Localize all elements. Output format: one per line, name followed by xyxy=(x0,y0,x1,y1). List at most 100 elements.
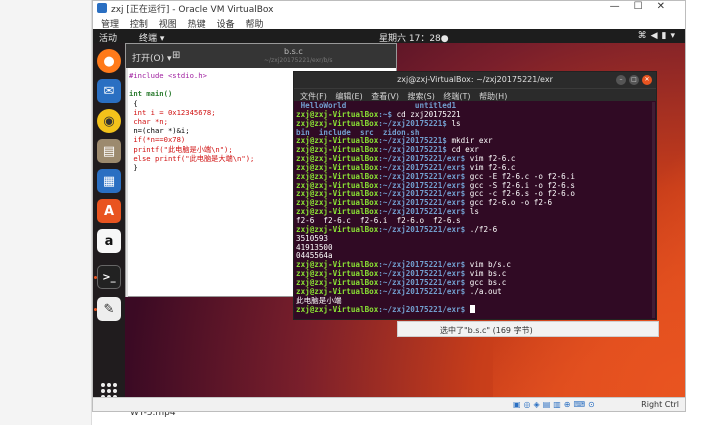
program-output: 此电脑是小端 xyxy=(296,295,342,305)
terminal-menu-search[interactable]: 搜索(S) xyxy=(408,91,435,102)
prompt-user: zxj@zxj-VirtualBox xyxy=(296,198,379,208)
dock: ● ✉ ◉ ▤ ▦ A a >_ ✎ xyxy=(93,43,125,397)
running-indicator xyxy=(94,276,97,279)
terminal-menu-edit[interactable]: 编辑(E) xyxy=(335,91,362,102)
command-text: gcc -c f2-6.s -o f2-6.o xyxy=(465,189,575,199)
command-text: gcc -S f2-6.i -o f2-6.s xyxy=(465,180,575,190)
prompt-path: :~/zxj20175221/exr$ xyxy=(378,286,466,296)
terminal-menu-view[interactable]: 查看(V) xyxy=(371,91,399,102)
system-tray[interactable]: ⌘◀▮▾ xyxy=(638,31,679,41)
code-line: if(*n==0x78) xyxy=(129,135,186,145)
vbox-menubar: 管理 控制 视图 热键 设备 帮助 xyxy=(93,15,685,30)
window-controls[interactable]: —☐✕ xyxy=(610,1,679,12)
text-editor-icon[interactable]: ✎ xyxy=(97,297,121,321)
prompt-user: zxj@zxj-VirtualBox xyxy=(296,171,379,181)
prompt-path: :~/zxj20175221$ xyxy=(378,145,447,155)
terminal-window-controls: – □ ✕ xyxy=(616,75,652,85)
terminal-line: 3510593 xyxy=(296,233,652,244)
prompt-path: :~/zxj20175221/exr$ xyxy=(378,305,466,315)
terminal-line: zxj@zxj-VirtualBox:~/zxj20175221/exr$ xyxy=(296,305,652,315)
prompt-user: zxj@zxj-VirtualBox xyxy=(296,286,379,296)
vbox-statusbar: ▣◎◈▤▥⊕⌨⊙ Right Ctrl xyxy=(93,397,685,411)
close-icon[interactable]: ✕ xyxy=(642,75,652,85)
minimize-icon[interactable]: – xyxy=(616,75,626,85)
vbox-titlebar[interactable]: zxj [正在运行] - Oracle VM VirtualBox —☐✕ xyxy=(93,1,685,15)
terminal-scrollbar[interactable] xyxy=(652,102,655,318)
code-line: n=(char *)&i; xyxy=(129,126,190,136)
command-text: vim b/s.c xyxy=(465,260,511,270)
running-indicator xyxy=(94,308,97,311)
code-line: int main() xyxy=(129,89,173,99)
program-output: 0445564a xyxy=(296,251,333,261)
code-line: char *n; xyxy=(129,117,168,127)
command-text: vim f2-6.c xyxy=(465,162,516,172)
code-line: else printf("此电脑是大端\n"); xyxy=(129,153,255,163)
prompt-user: zxj@zxj-VirtualBox xyxy=(296,277,379,287)
prompt-path: :~/zxj20175221/exr$ xyxy=(378,277,466,287)
program-output: 3510593 xyxy=(296,233,329,243)
prompt-user: zxj@zxj-VirtualBox xyxy=(296,162,379,172)
command-text: ./f2-6 xyxy=(465,224,498,234)
terminal-line: zxj@zxj-VirtualBox:~/zxj20175221/exr$ ./… xyxy=(296,286,652,297)
prompt-user: zxj@zxj-VirtualBox xyxy=(296,145,379,155)
rhythmbox-icon[interactable]: ◉ xyxy=(97,109,121,133)
prompt-user: zxj@zxj-VirtualBox xyxy=(296,136,379,146)
ls-output: f2-6 f2-6.c f2-6.i f2-6.o f2-6.s xyxy=(296,215,461,225)
files-icon[interactable]: ▤ xyxy=(97,139,121,163)
command-text: vim f2-6.c xyxy=(465,154,516,164)
gedit-file-name: b.s.c xyxy=(284,47,303,56)
command-text: cd exr xyxy=(446,145,479,155)
terminal-menu-terminal[interactable]: 终端(T) xyxy=(443,91,470,102)
host-key-label: Right Ctrl xyxy=(641,400,679,409)
prompt-user: zxj@zxj-VirtualBox xyxy=(296,118,379,128)
virtualbox-window: zxj [正在运行] - Oracle VM VirtualBox —☐✕ 管理… xyxy=(92,0,686,412)
prompt-user: zxj@zxj-VirtualBox xyxy=(296,260,379,270)
terminal-titlebar[interactable]: zxj@zxj-VirtualBox: ~/zxj20175221/exr – … xyxy=(294,72,656,88)
firefox-icon[interactable]: ● xyxy=(97,49,121,73)
prompt-path: :~/zxj20175221$ xyxy=(378,118,447,128)
amazon-icon[interactable]: a xyxy=(97,229,121,253)
prompt-user: zxj@zxj-VirtualBox xyxy=(296,180,379,190)
gnome-topbar: 活动 终端 ▾ 星期六 17：28● ⌘◀▮▾ xyxy=(93,29,685,44)
terminal-title: zxj@zxj-VirtualBox: ~/zxj20175221/exr xyxy=(397,75,553,84)
thunderbird-icon[interactable]: ✉ xyxy=(97,79,121,103)
gedit-gutter xyxy=(126,68,128,297)
vbox-window-title: zxj [正在运行] - Oracle VM VirtualBox xyxy=(111,5,274,15)
terminal-line: zxj@zxj-VirtualBox:~/zxj20175221/exr$ ./… xyxy=(296,224,652,235)
code-editor[interactable]: #include <stdio.h> int main() { int i = … xyxy=(129,71,254,172)
terminal-line: 41913500 xyxy=(296,243,652,253)
terminal-icon[interactable]: >_ xyxy=(97,265,121,289)
terminal-menu-file[interactable]: 文件(F) xyxy=(300,91,327,102)
prompt-path: :~/zxj20175221/exr$ xyxy=(378,207,466,217)
directory-entry: bin include src zidon.sh xyxy=(296,127,420,137)
guest-screen[interactable]: 活动 终端 ▾ 星期六 17：28● ⌘◀▮▾ ● ✉ ◉ ▤ ▦ A a >_… xyxy=(93,29,685,397)
terminal-line: 此电脑是小端 xyxy=(296,295,652,306)
terminal-cursor xyxy=(469,305,475,314)
command-text: gcc bs.c xyxy=(465,277,507,287)
virtualbox-icon xyxy=(97,3,107,13)
code-line: } xyxy=(129,163,138,173)
new-tab-icon[interactable]: ⊞ xyxy=(172,50,180,61)
prompt-path: :~/zxj20175221/exr$ xyxy=(378,180,466,190)
command-text: cd zxj20175221 xyxy=(392,109,461,119)
maximize-icon[interactable]: □ xyxy=(629,75,639,85)
code-line: printf("此电脑是小端\n"); xyxy=(129,144,233,154)
prompt-path: :~/zxj20175221/exr$ xyxy=(378,171,466,181)
show-applications-icon[interactable] xyxy=(101,383,117,397)
host-background-window xyxy=(0,0,92,425)
terminal-output[interactable]: HelloWorld untitled1 zxj@zxj-VirtualBox:~… xyxy=(296,102,652,318)
prompt-user: zxj@zxj-VirtualBox xyxy=(296,109,379,119)
vbox-device-icons[interactable]: ▣◎◈▤▥⊕⌨⊙ xyxy=(513,400,598,409)
terminal-menu-help[interactable]: 帮助(H) xyxy=(479,91,507,102)
screen: WT-5.mp4 zxj [正在运行] - Oracle VM VirtualB… xyxy=(0,0,721,425)
gedit-file-path: ~/zxj20175221/exr/b/s xyxy=(264,57,333,64)
software-icon[interactable]: A xyxy=(97,199,121,223)
writer-icon[interactable]: ▦ xyxy=(97,169,121,193)
gedit-selection-status: 选中了"b.s.c" (169 字节) xyxy=(397,321,659,337)
command-text: vim bs.c xyxy=(465,269,507,279)
command-text: mkdir exr xyxy=(446,136,493,146)
prompt-user: zxj@zxj-VirtualBox xyxy=(296,154,379,164)
open-button[interactable]: 打开(O) ▾ xyxy=(132,51,172,64)
directory-entry: untitled1 xyxy=(346,102,457,110)
prompt-path: :~/zxj20175221/exr$ xyxy=(378,162,466,172)
